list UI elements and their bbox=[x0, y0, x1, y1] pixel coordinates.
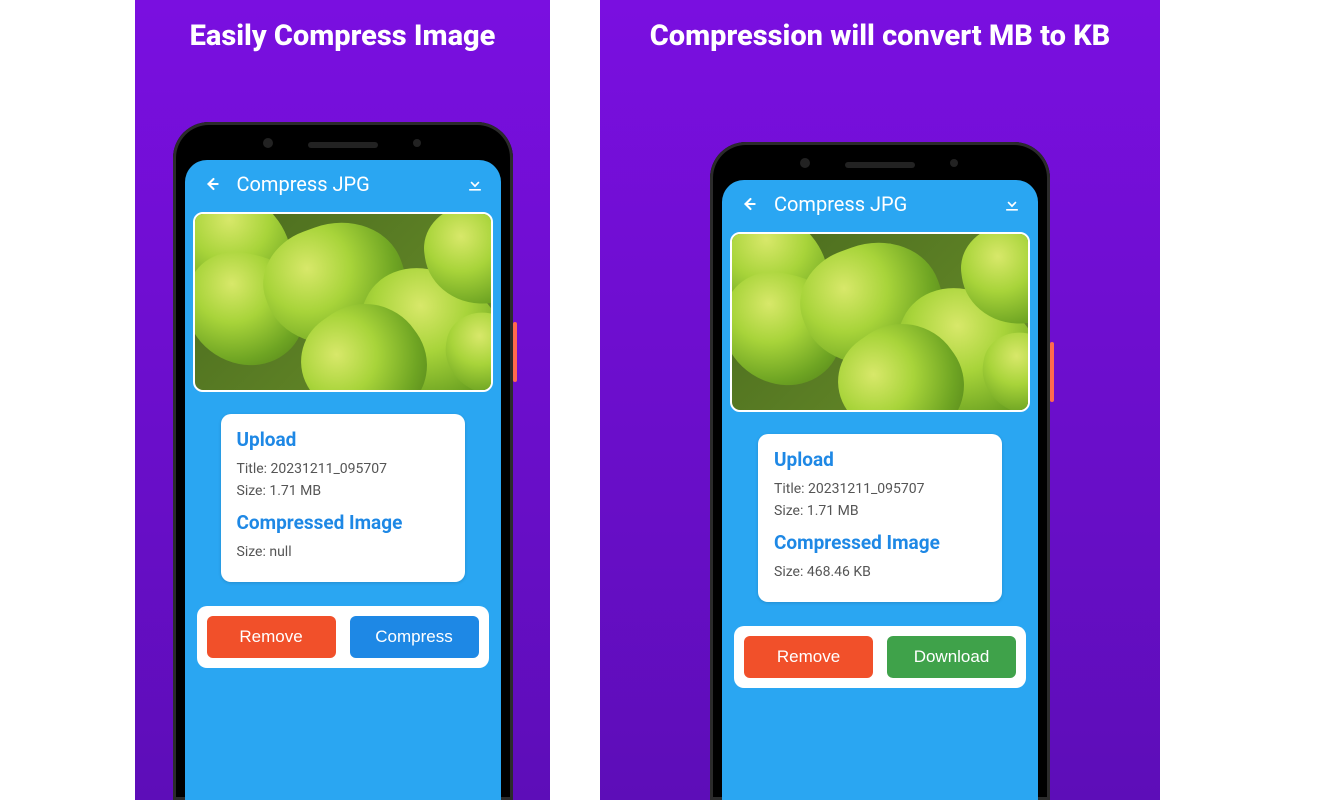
back-arrow-icon[interactable] bbox=[197, 170, 225, 198]
appbar-title: Compress JPG bbox=[237, 172, 449, 196]
upload-heading: Upload bbox=[237, 428, 449, 451]
compressed-size: Size: null bbox=[237, 544, 449, 560]
upload-size: Size: 1.71 MB bbox=[237, 483, 449, 499]
compressed-heading: Compressed Image bbox=[237, 511, 449, 534]
button-bar: Remove Compress bbox=[197, 606, 489, 668]
remove-button[interactable]: Remove bbox=[207, 616, 336, 658]
upload-heading: Upload bbox=[774, 448, 986, 471]
image-preview[interactable] bbox=[193, 212, 493, 392]
headline-1: Easily Compress Image bbox=[135, 0, 550, 53]
upload-title: Title: 20231211_095707 bbox=[237, 461, 449, 477]
compressed-heading: Compressed Image bbox=[774, 531, 986, 554]
promo-panel-2: Compression will convert MB to KB Compre… bbox=[600, 0, 1160, 800]
appbar-title: Compress JPG bbox=[774, 192, 986, 216]
app-bar: Compress JPG bbox=[185, 160, 501, 208]
phone-mockup-2: Compress JPG Upload Title: 20231211_0957… bbox=[710, 142, 1050, 800]
download-button[interactable]: Download bbox=[887, 636, 1016, 678]
phone-mockup-1: Compress JPG Upload Title: 20231211_0957… bbox=[173, 122, 513, 800]
back-arrow-icon[interactable] bbox=[734, 190, 762, 218]
button-bar: Remove Download bbox=[734, 626, 1026, 688]
info-card: Upload Title: 20231211_095707 Size: 1.71… bbox=[221, 414, 465, 582]
compressed-size: Size: 468.46 KB bbox=[774, 564, 986, 580]
promo-panel-1: Easily Compress Image Compress JPG bbox=[135, 0, 550, 800]
download-icon[interactable] bbox=[998, 190, 1026, 218]
app-screen-2: Compress JPG Upload Title: 20231211_0957… bbox=[722, 180, 1038, 800]
app-bar: Compress JPG bbox=[722, 180, 1038, 228]
image-preview[interactable] bbox=[730, 232, 1030, 412]
download-icon[interactable] bbox=[461, 170, 489, 198]
upload-size: Size: 1.71 MB bbox=[774, 503, 986, 519]
remove-button[interactable]: Remove bbox=[744, 636, 873, 678]
upload-title: Title: 20231211_095707 bbox=[774, 481, 986, 497]
app-screen-1: Compress JPG Upload Title: 20231211_0957… bbox=[185, 160, 501, 800]
info-card: Upload Title: 20231211_095707 Size: 1.71… bbox=[758, 434, 1002, 602]
headline-2: Compression will convert MB to KB bbox=[600, 0, 1160, 53]
compress-button[interactable]: Compress bbox=[350, 616, 479, 658]
